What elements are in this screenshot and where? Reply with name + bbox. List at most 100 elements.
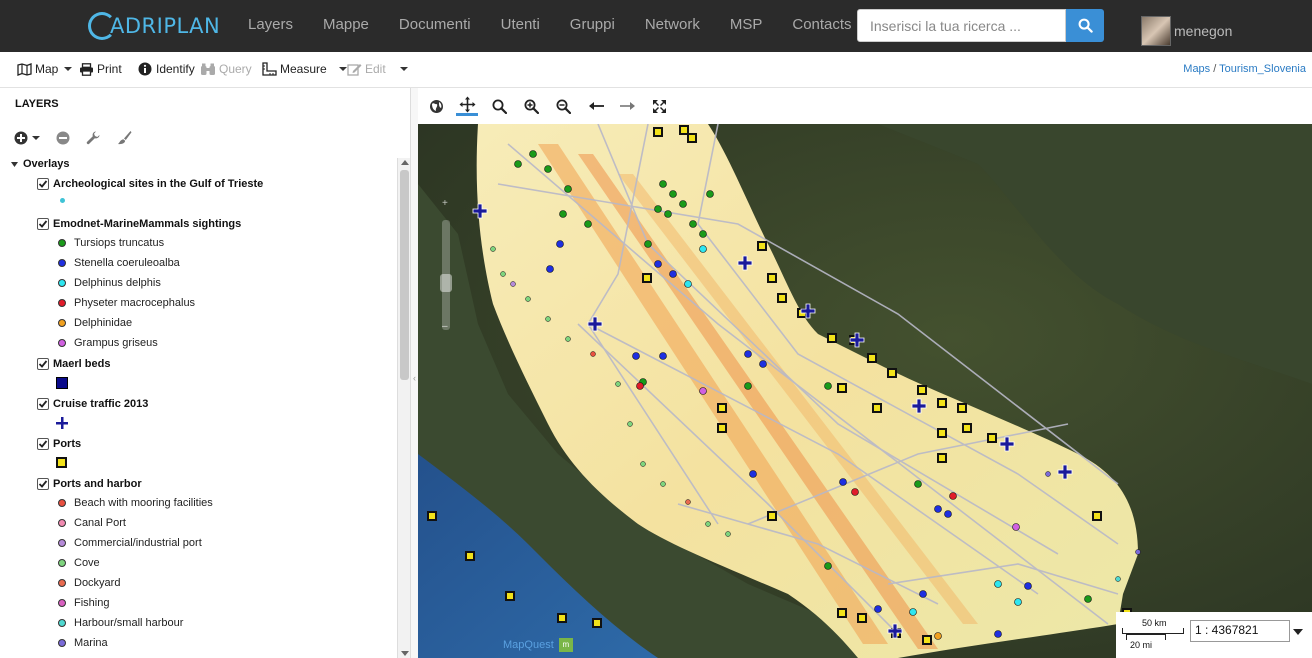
layer-ports-and-harbor[interactable]: Ports and harbor bbox=[37, 478, 142, 490]
layer-archeological-sites[interactable]: Archeological sites in the Gulf of Tries… bbox=[37, 178, 263, 190]
layer-maerl-beds[interactable]: Maerl beds bbox=[37, 358, 110, 370]
legend-symbol bbox=[58, 639, 66, 647]
legend-symbol bbox=[58, 239, 66, 247]
fullscreen-button[interactable] bbox=[648, 96, 670, 116]
pan-button[interactable] bbox=[456, 96, 478, 116]
previous-extent-button[interactable] bbox=[585, 96, 607, 116]
nav-documenti[interactable]: Documenti bbox=[384, 0, 486, 52]
print-button[interactable]: Print bbox=[78, 62, 122, 76]
legend-symbol bbox=[60, 198, 65, 203]
nav-msp[interactable]: MSP bbox=[715, 0, 778, 52]
breadcrumb-separator: / bbox=[1210, 63, 1220, 75]
edit-menu-button[interactable]: Edit bbox=[346, 62, 408, 76]
add-layer-button[interactable] bbox=[14, 131, 40, 145]
legend-item bbox=[56, 417, 68, 429]
legend-label: Stenella coeruleoalba bbox=[74, 257, 180, 269]
zoom-out-button[interactable] bbox=[552, 96, 574, 116]
nav-utenti[interactable]: Utenti bbox=[486, 0, 555, 52]
layer-properties-button[interactable] bbox=[86, 130, 101, 145]
search-bar bbox=[857, 9, 1104, 42]
user-menu[interactable]: menegon bbox=[1141, 16, 1232, 46]
measure-menu-button[interactable]: Measure bbox=[261, 62, 347, 76]
scale-km-label: 50 km bbox=[1142, 618, 1167, 628]
legend-label: Fishing bbox=[74, 597, 110, 609]
breadcrumb-maps-link[interactable]: Maps bbox=[1183, 63, 1210, 75]
brush-icon bbox=[118, 131, 132, 145]
map-attribution[interactable]: MapQuest m bbox=[503, 638, 573, 652]
map-render: + – bbox=[418, 124, 1312, 658]
layer-style-button[interactable] bbox=[117, 130, 132, 145]
collapse-icon[interactable]: ‹ bbox=[413, 373, 416, 383]
ruler-icon bbox=[261, 62, 277, 76]
legend-label: Physeter macrocephalus bbox=[74, 297, 196, 309]
print-icon bbox=[78, 62, 94, 76]
panel-splitter[interactable]: ‹ bbox=[410, 88, 418, 658]
next-extent-button[interactable] bbox=[616, 96, 638, 116]
legend-item: Canal Port bbox=[58, 517, 126, 529]
scroll-down-icon[interactable] bbox=[401, 651, 409, 656]
map-menu-button[interactable]: Map bbox=[16, 62, 73, 76]
legend-item: Commercial/industrial port bbox=[58, 537, 202, 549]
svg-text:–: – bbox=[442, 321, 448, 332]
search-icon bbox=[492, 99, 507, 114]
search-input[interactable] bbox=[857, 9, 1066, 42]
layer-label: Maerl beds bbox=[53, 358, 111, 370]
scale-select[interactable]: 1 : 4367821 bbox=[1190, 620, 1290, 642]
identify-button[interactable]: Identify bbox=[137, 62, 195, 76]
map-icon bbox=[16, 62, 32, 76]
zoom-to-max-extent-button[interactable] bbox=[425, 96, 447, 116]
legend-symbol bbox=[58, 279, 66, 287]
scroll-thumb[interactable] bbox=[400, 170, 409, 380]
legend-item: Tursiops truncatus bbox=[58, 237, 164, 249]
map-toolbar-top: Map Print Identify Query Measure Edit Ma… bbox=[0, 52, 1312, 88]
legend-symbol bbox=[58, 259, 66, 267]
zoom-out-icon bbox=[556, 99, 571, 114]
legend-label: Harbour/small harbour bbox=[74, 617, 184, 629]
search-button[interactable] bbox=[1066, 9, 1104, 42]
arrow-left-icon bbox=[588, 102, 604, 110]
top-navbar: ADRIPLAN Layers Mappe Documenti Utenti G… bbox=[0, 0, 1312, 52]
zoom-in-button[interactable] bbox=[520, 96, 542, 116]
layer-cruise-traffic[interactable]: Cruise traffic 2013 bbox=[37, 398, 148, 410]
measure-label: Measure bbox=[280, 62, 327, 76]
layer-checkbox[interactable] bbox=[37, 178, 49, 190]
layer-checkbox[interactable] bbox=[37, 358, 49, 370]
legend-symbol bbox=[58, 319, 66, 327]
layer-checkbox[interactable] bbox=[37, 398, 49, 410]
nav-gruppi[interactable]: Gruppi bbox=[555, 0, 630, 52]
overlays-group[interactable]: Overlays bbox=[10, 158, 69, 170]
layer-checkbox[interactable] bbox=[37, 218, 49, 230]
scroll-up-icon[interactable] bbox=[401, 160, 409, 165]
avatar bbox=[1141, 16, 1171, 46]
layer-ports[interactable]: Ports bbox=[37, 438, 81, 450]
plus-circle-icon bbox=[14, 131, 28, 144]
overlays-label: Overlays bbox=[23, 158, 70, 170]
legend-label: Delphinidae bbox=[74, 317, 133, 329]
map-canvas[interactable]: + – MapQuest m 50 km 20 mi 1 : 4367821 bbox=[418, 124, 1312, 658]
query-button[interactable]: Query bbox=[200, 62, 252, 76]
legend-item: Dockyard bbox=[58, 577, 120, 589]
remove-layer-button[interactable] bbox=[56, 131, 70, 145]
nav-network[interactable]: Network bbox=[630, 0, 715, 52]
zoom-box-button[interactable] bbox=[488, 96, 510, 116]
layer-checkbox[interactable] bbox=[37, 438, 49, 450]
chevron-down-icon[interactable] bbox=[1293, 629, 1303, 635]
breadcrumb-current-link[interactable]: Tourism_Slovenia bbox=[1219, 63, 1306, 75]
nav-mappe[interactable]: Mappe bbox=[308, 0, 384, 52]
layer-tree: Overlays Archeological sites in the Gulf… bbox=[0, 156, 397, 658]
layers-scrollbar[interactable] bbox=[397, 158, 410, 658]
scale-control: 50 km 20 mi 1 : 4367821 bbox=[1116, 612, 1312, 658]
move-icon bbox=[459, 96, 475, 113]
nav-layers[interactable]: Layers bbox=[233, 0, 308, 52]
minus-circle-icon bbox=[56, 131, 70, 144]
edit-label: Edit bbox=[365, 62, 386, 76]
legend-label: Grampus griseus bbox=[74, 337, 158, 349]
layers-panel: LAYERS Overlays Archeological sites in t… bbox=[0, 88, 417, 658]
legend-label: Delphinus delphis bbox=[74, 277, 161, 289]
legend-item: Beach with mooring facilities bbox=[58, 497, 213, 509]
adriplan-logo[interactable]: ADRIPLAN bbox=[88, 10, 220, 42]
layer-checkbox[interactable] bbox=[37, 478, 49, 490]
legend-symbol bbox=[58, 519, 66, 527]
nav-contacts[interactable]: Contacts bbox=[777, 0, 866, 52]
layer-marine-mammals[interactable]: Emodnet-MarineMammals sightings bbox=[37, 218, 241, 230]
